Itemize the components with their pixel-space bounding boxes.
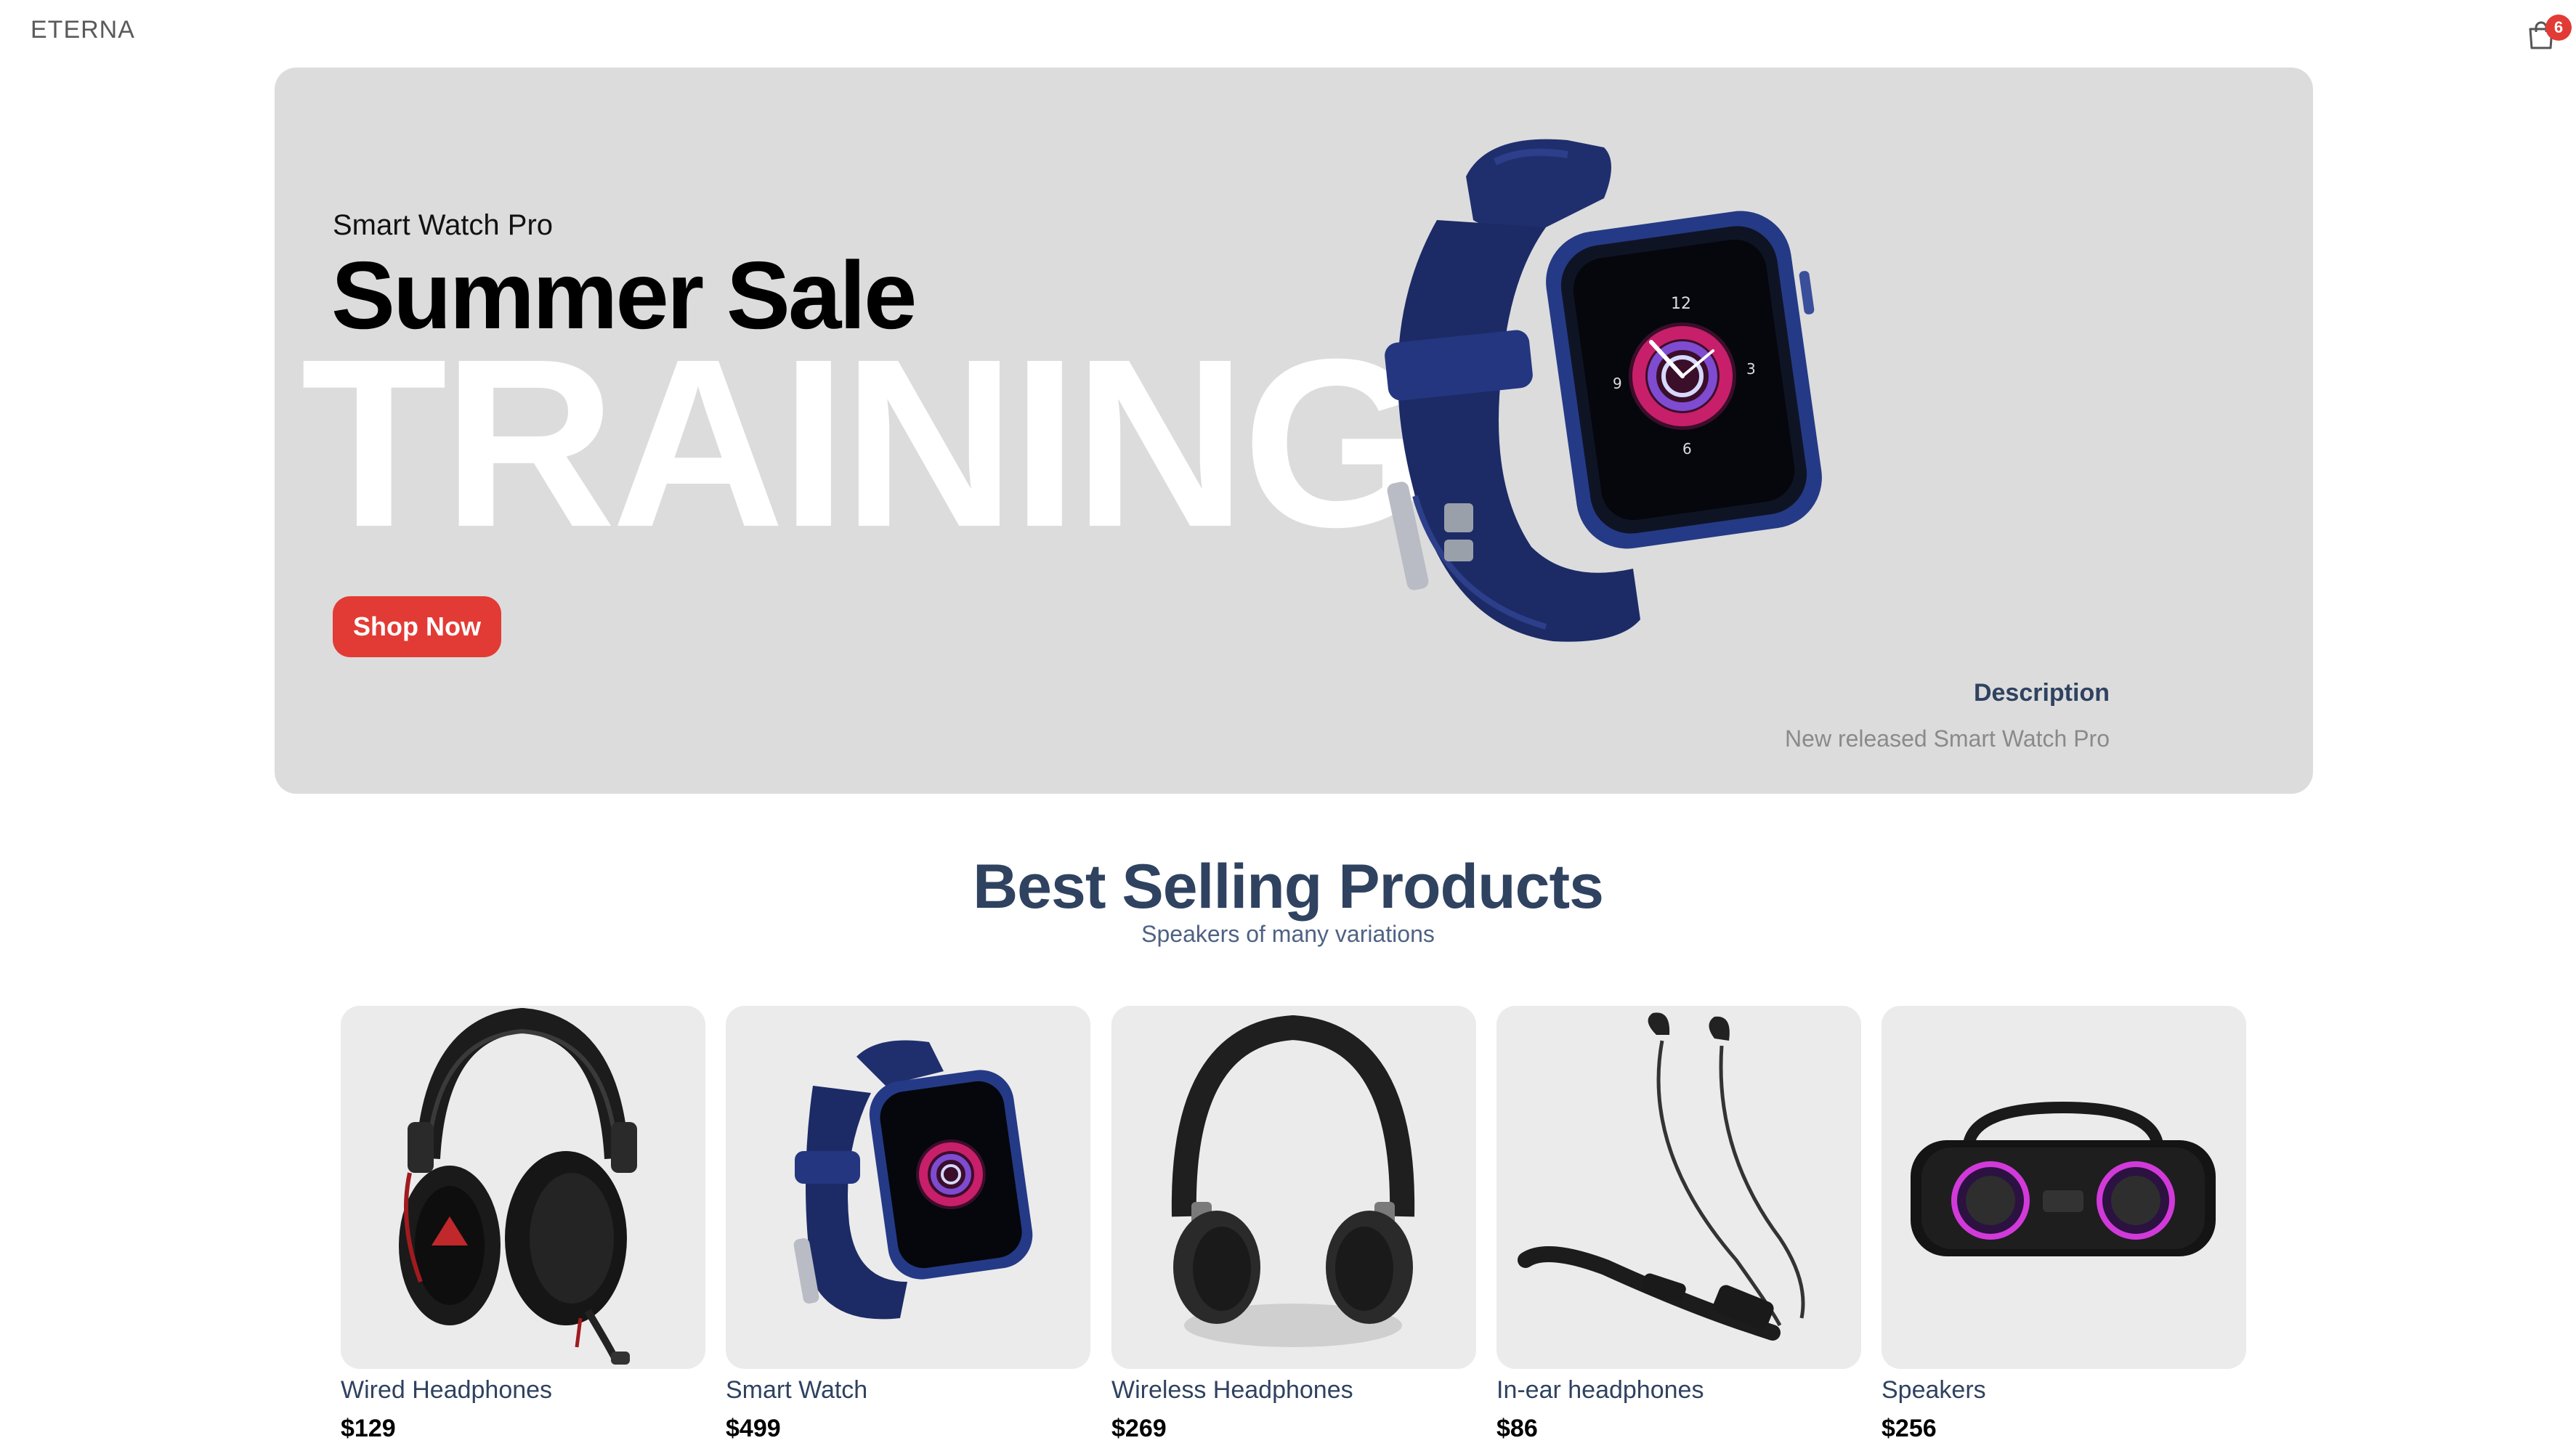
wireless-headphones-image xyxy=(1171,1015,1415,1347)
product-name[interactable]: Wired Headphones xyxy=(341,1376,705,1405)
svg-text:3: 3 xyxy=(1746,360,1756,378)
product-image-container[interactable] xyxy=(726,1006,1090,1369)
product-price: $256 xyxy=(1882,1415,1937,1442)
product-image-container[interactable] xyxy=(341,1006,705,1369)
product-name[interactable]: Smart Watch xyxy=(726,1376,1090,1405)
product-image-container[interactable] xyxy=(1111,1006,1476,1369)
product-price: $86 xyxy=(1496,1415,1538,1442)
speaker-image xyxy=(1911,1101,2216,1256)
product-card[interactable]: Wired Headphones $129 xyxy=(341,1006,705,1443)
hero-banner: TRAINING Smart Watch Pro Summer Sale 12 … xyxy=(275,68,2313,794)
product-price: $269 xyxy=(1111,1415,1167,1442)
hero-background-word: TRAINING xyxy=(301,309,1429,577)
product-card[interactable]: Wireless Headphones $269 xyxy=(1111,1006,1476,1443)
navbar: ETERNA 6 xyxy=(0,0,2576,62)
product-image-container[interactable] xyxy=(1496,1006,1861,1369)
product-price: $499 xyxy=(726,1415,781,1442)
wired-headphones-image xyxy=(399,1007,637,1365)
product-name[interactable]: Wireless Headphones xyxy=(1111,1376,1476,1405)
smart-watch-image xyxy=(793,1040,1033,1320)
product-name[interactable]: Speakers xyxy=(1882,1376,2246,1405)
svg-text:12: 12 xyxy=(1671,295,1691,313)
brand-logo[interactable]: ETERNA xyxy=(31,16,135,44)
product-card[interactable]: Smart Watch $499 xyxy=(726,1006,1090,1443)
product-card[interactable]: In-ear headphones $86 xyxy=(1496,1006,1861,1443)
hero-title: Summer Sale xyxy=(331,242,917,349)
svg-text:9: 9 xyxy=(1613,375,1622,392)
svg-text:6: 6 xyxy=(1682,440,1692,458)
smart-watch-image: 12 9 3 6 xyxy=(1385,139,1822,642)
in-ear-headphones-image xyxy=(1518,1012,1805,1341)
hero-description-text: New released Smart Watch Pro xyxy=(1785,726,2110,752)
product-name[interactable]: In-ear headphones xyxy=(1496,1376,1861,1405)
cart-button[interactable]: 6 xyxy=(2521,13,2572,57)
shop-now-button[interactable]: Shop Now xyxy=(333,596,501,657)
product-image-container[interactable] xyxy=(1882,1006,2246,1369)
cart-count-badge: 6 xyxy=(2545,15,2572,41)
section-title: Best Selling Products xyxy=(973,852,1604,922)
hero-subtitle: Smart Watch Pro xyxy=(333,209,554,241)
section-subtitle: Speakers of many variations xyxy=(1141,921,1435,947)
product-card[interactable]: Speakers $256 xyxy=(1882,1006,2246,1443)
product-price: $129 xyxy=(341,1415,396,1442)
hero-description-label: Description xyxy=(1973,679,2110,707)
